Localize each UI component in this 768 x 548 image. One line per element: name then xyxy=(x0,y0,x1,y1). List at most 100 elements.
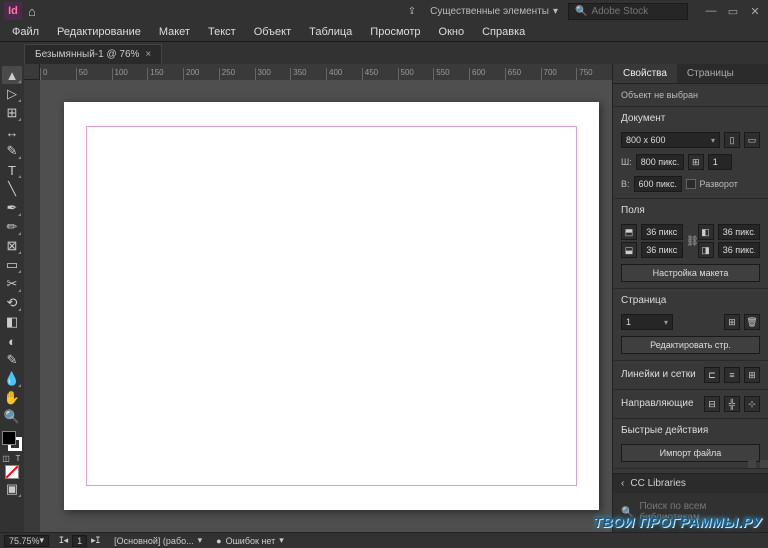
margin-top-icon: ⬒ xyxy=(621,224,637,240)
menu-layout[interactable]: Макет xyxy=(151,24,198,40)
menu-edit[interactable]: Редактирование xyxy=(49,24,149,40)
document-tab-label: Безымянный-1 @ 76% xyxy=(35,49,139,60)
cc-libraries-header[interactable]: ‹ CC Libraries xyxy=(613,474,768,493)
workspace-label: Существенные элементы xyxy=(430,6,549,17)
orientation-portrait-icon[interactable]: ▯ xyxy=(724,132,740,148)
menu-window[interactable]: Окно xyxy=(431,24,473,40)
grid-document-icon[interactable]: ⊞ xyxy=(744,367,760,383)
chevron-icon: ‹ xyxy=(621,478,624,489)
close-button[interactable]: ✕ xyxy=(746,4,764,18)
home-icon[interactable]: ⌂ xyxy=(28,4,36,19)
hand-tool[interactable]: ✋ xyxy=(2,389,22,407)
layout-settings-button[interactable]: Настройка макета xyxy=(621,264,760,282)
width-input[interactable] xyxy=(636,154,684,170)
gradient-feather-tool[interactable]: ◐ xyxy=(2,332,22,350)
orientation-landscape-icon[interactable]: ▭ xyxy=(744,132,760,148)
pencil-tool[interactable]: ✏ xyxy=(2,218,22,236)
type-tool[interactable]: T xyxy=(2,161,22,179)
zoom-tool[interactable]: 🔍 xyxy=(2,408,22,426)
canvas[interactable]: 0501001502002503003504004505005506006507… xyxy=(24,64,612,532)
content-collector-tool[interactable]: ✎ xyxy=(2,142,22,160)
scissors-tool[interactable]: ✂ xyxy=(2,275,22,293)
guides-options-icon-3[interactable]: ⊹ xyxy=(744,396,760,412)
margin-right-icon: ◨ xyxy=(698,242,714,258)
eyedropper-tool[interactable]: 💧 xyxy=(2,370,22,388)
minimize-button[interactable]: — xyxy=(702,4,720,18)
format-container-icon[interactable]: ◫ xyxy=(1,453,11,463)
margin-top-input[interactable] xyxy=(641,224,683,240)
no-selection-label: Объект не выбран xyxy=(621,90,760,100)
pages-count-input[interactable] xyxy=(708,154,732,170)
margin-bottom-icon: ⬓ xyxy=(621,242,637,258)
margin-left-input[interactable] xyxy=(718,224,760,240)
share-icon: ⇪ xyxy=(408,6,416,17)
link-margins-icon[interactable]: ⛓ xyxy=(688,236,698,247)
facing-pages-checkbox[interactable] xyxy=(686,179,696,189)
note-tool[interactable]: ✎ xyxy=(2,351,22,369)
selection-tool[interactable]: ▲ xyxy=(2,66,22,84)
zoom-level[interactable]: 75.75% ▾ xyxy=(4,535,49,547)
page[interactable] xyxy=(64,102,599,510)
free-transform-tool[interactable]: ⟲ xyxy=(2,294,22,312)
guides-section-title: Направляющие xyxy=(621,398,700,409)
page-tool[interactable]: ⊞ xyxy=(2,104,22,122)
line-tool[interactable]: ╲ xyxy=(2,180,22,198)
page-preset-select[interactable]: 800 x 600 xyxy=(621,132,720,148)
margins-section-title: Поля xyxy=(621,205,760,216)
menu-help[interactable]: Справка xyxy=(474,24,533,40)
rectangle-tool[interactable]: ▭ xyxy=(2,256,22,274)
add-page-icon[interactable]: ⊞ xyxy=(724,314,740,330)
height-input[interactable] xyxy=(634,176,682,192)
cc-libraries-label: CC Libraries xyxy=(630,478,686,489)
grid-baseline-icon[interactable]: ≡ xyxy=(724,367,740,383)
view-mode-tool[interactable]: ▣ xyxy=(2,480,22,498)
menu-object[interactable]: Объект xyxy=(246,24,299,40)
edit-page-button[interactable]: Редактировать стр. xyxy=(621,336,760,354)
panel-close-icon[interactable] xyxy=(760,460,768,468)
fill-stroke-swatch[interactable] xyxy=(2,431,22,451)
menu-table[interactable]: Таблица xyxy=(301,24,360,40)
format-text-icon[interactable]: T xyxy=(13,453,23,463)
rulers-toggle-icon[interactable]: ⊏ xyxy=(704,367,720,383)
panel-collapse-icon[interactable] xyxy=(748,460,756,468)
horizontal-ruler[interactable]: 0501001502002503003504004505005506006507… xyxy=(40,64,612,80)
publish-button[interactable]: ⇪ xyxy=(404,4,420,19)
view-mode-status[interactable]: [Основной] (рабо... ▾ xyxy=(110,535,206,546)
margin-right-input[interactable] xyxy=(718,242,760,258)
menu-text[interactable]: Текст xyxy=(200,24,244,40)
direct-selection-tool[interactable]: ▷ xyxy=(2,85,22,103)
gap-tool[interactable]: ↔ xyxy=(2,123,22,141)
chevron-down-icon: ▾ xyxy=(553,6,558,17)
apply-none-swatch[interactable] xyxy=(5,465,19,479)
facing-pages-label: Разворот xyxy=(700,179,738,189)
preflight-status[interactable]: ● Ошибок нет ▾ xyxy=(212,535,288,546)
watermark: ТВОИ ПРОГРАММЫ.РУ xyxy=(593,514,762,530)
rulers-section-title: Линейки и сетки xyxy=(621,369,700,380)
rectangle-frame-tool[interactable]: ⊠ xyxy=(2,237,22,255)
page-nav[interactable]: ⵊ◂ 1 ▸ⵊ xyxy=(55,535,104,547)
maximize-button[interactable]: ▭ xyxy=(724,4,742,18)
page-number-select[interactable]: 1 xyxy=(621,314,673,330)
search-icon: 🔍 xyxy=(575,6,587,17)
import-file-button[interactable]: Импорт файла xyxy=(621,444,760,462)
essentials-workspace[interactable]: Существенные элементы ▾ xyxy=(426,4,562,19)
menu-view[interactable]: Просмотр xyxy=(362,24,428,40)
ruler-origin[interactable] xyxy=(24,64,40,80)
margin-guides xyxy=(86,126,577,486)
tab-properties[interactable]: Свойства xyxy=(613,64,677,83)
pen-tool[interactable]: ✒ xyxy=(2,199,22,217)
tab-pages[interactable]: Страницы xyxy=(677,64,744,83)
guides-options-icon-1[interactable]: ⊟ xyxy=(704,396,720,412)
menu-file[interactable]: Файл xyxy=(4,24,47,40)
margin-bottom-input[interactable] xyxy=(641,242,683,258)
quick-actions-title: Быстрые действия xyxy=(621,425,760,436)
document-section-title: Документ xyxy=(621,113,760,124)
search-input[interactable]: 🔍 Adobe Stock xyxy=(568,3,688,20)
document-tab[interactable]: Безымянный-1 @ 76% × xyxy=(24,44,162,64)
close-tab-icon[interactable]: × xyxy=(145,49,151,60)
delete-page-icon[interactable]: 🗑 xyxy=(744,314,760,330)
gradient-swatch-tool[interactable]: ◧ xyxy=(2,313,22,331)
vertical-ruler[interactable] xyxy=(24,80,40,532)
toolbox: ▲ ▷ ⊞ ↔ ✎ T ╲ ✒ ✏ ⊠ ▭ ✂ ⟲ ◧ ◐ ✎ 💧 ✋ 🔍 ◫ … xyxy=(0,64,24,532)
guides-options-icon-2[interactable]: ╬ xyxy=(724,396,740,412)
